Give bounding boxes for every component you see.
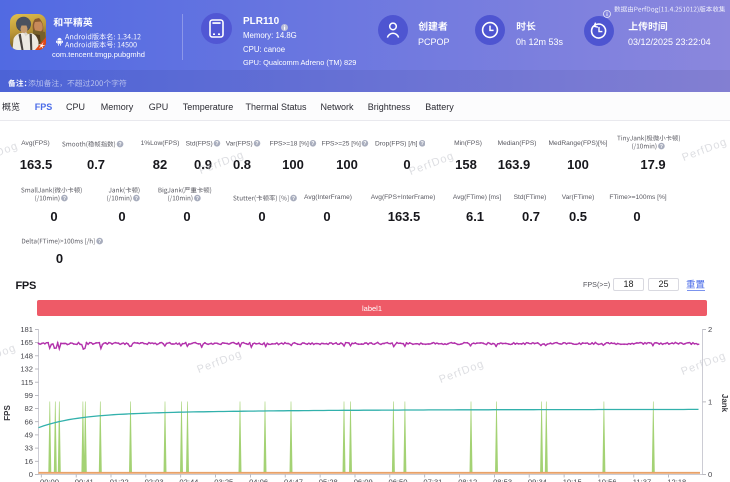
svg-text:02:03: 02:03 — [145, 478, 164, 482]
svg-text:?: ? — [63, 196, 66, 202]
svg-text:07:31: 07:31 — [423, 478, 442, 482]
svg-text:06:50: 06:50 — [388, 478, 407, 482]
svg-text:04:47: 04:47 — [284, 478, 303, 482]
svg-text:0: 0 — [29, 470, 33, 479]
svg-text:FPS: FPS — [3, 405, 12, 421]
svg-text:?: ? — [660, 144, 663, 150]
svg-text:49: 49 — [25, 431, 33, 440]
svg-text:00:00: 00:00 — [40, 478, 59, 482]
svg-text:06:09: 06:09 — [354, 478, 373, 482]
svg-text:?: ? — [196, 196, 199, 202]
svg-text:?: ? — [135, 196, 138, 202]
svg-text:04:06: 04:06 — [249, 478, 268, 482]
svg-text:10:56: 10:56 — [598, 478, 617, 482]
svg-text:82: 82 — [25, 404, 33, 413]
svg-text:148: 148 — [20, 351, 33, 360]
svg-text:01:22: 01:22 — [110, 478, 129, 482]
svg-text:Jank: Jank — [720, 394, 729, 413]
svg-text:165: 165 — [20, 338, 33, 347]
svg-text:?: ? — [255, 141, 258, 146]
svg-text:12:18: 12:18 — [667, 478, 686, 482]
svg-text:?: ? — [364, 141, 367, 146]
svg-text:0: 0 — [708, 470, 712, 479]
svg-text:?: ? — [312, 141, 315, 146]
svg-text:11:37: 11:37 — [633, 478, 651, 482]
svg-text:03:25: 03:25 — [214, 478, 233, 482]
svg-text:1: 1 — [708, 398, 712, 407]
svg-text:33: 33 — [25, 444, 33, 453]
svg-text:08:12: 08:12 — [458, 478, 477, 482]
svg-text:181: 181 — [20, 325, 33, 334]
svg-text:05:28: 05:28 — [319, 478, 338, 482]
svg-text:99: 99 — [25, 391, 33, 400]
svg-text:09:34: 09:34 — [528, 478, 547, 482]
svg-text:2: 2 — [708, 325, 712, 334]
svg-text:?: ? — [291, 196, 294, 202]
svg-text:08:53: 08:53 — [493, 478, 512, 482]
svg-text:00:41: 00:41 — [75, 478, 94, 482]
svg-text:132: 132 — [20, 365, 33, 374]
svg-text:16: 16 — [25, 457, 33, 466]
svg-text:02:44: 02:44 — [179, 478, 198, 482]
svg-text:66: 66 — [25, 417, 33, 426]
svg-text:?: ? — [215, 141, 218, 146]
svg-text:10:15: 10:15 — [563, 478, 582, 482]
svg-text:?: ? — [118, 142, 121, 148]
svg-text:?: ? — [98, 238, 101, 244]
svg-text:?: ? — [420, 141, 423, 146]
svg-text:115: 115 — [21, 378, 33, 387]
